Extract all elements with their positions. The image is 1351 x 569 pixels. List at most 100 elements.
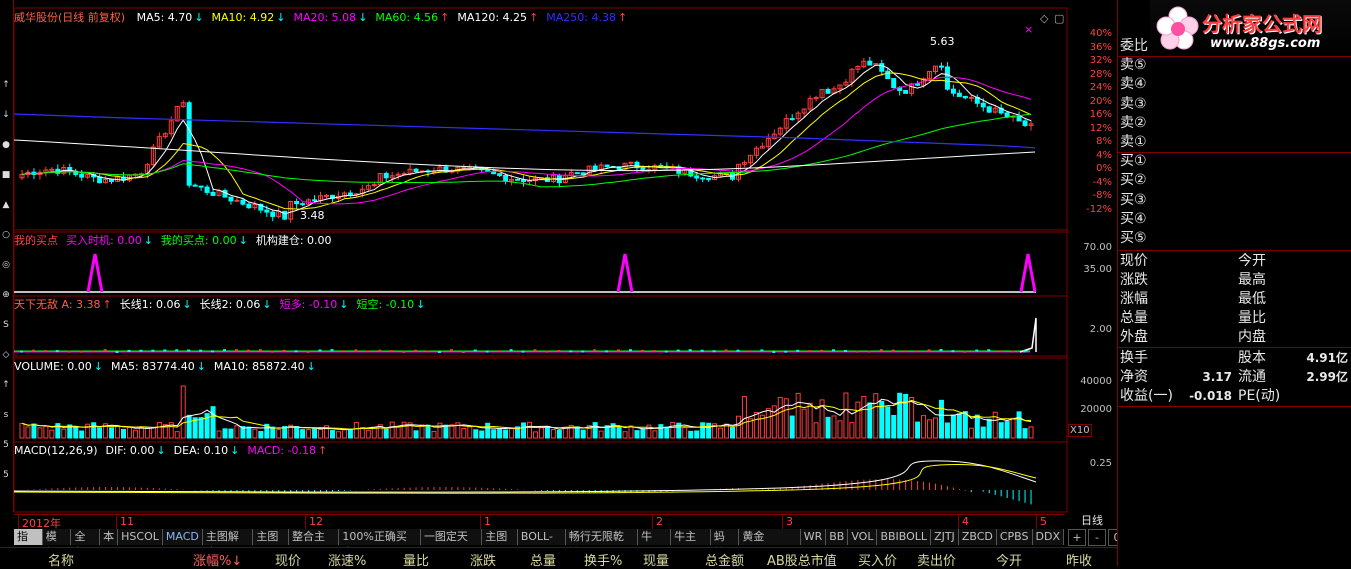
candle-body (915, 83, 921, 86)
indicator-tab[interactable]: BOLL-M (517, 529, 566, 559)
indicator-tab[interactable]: 整合主图 (288, 529, 340, 559)
indicator-tab[interactable]: 一图定天下 (420, 529, 483, 559)
list-column-header[interactable]: AB股总市值 (767, 550, 837, 569)
list-column-header[interactable]: 昨收 (1066, 550, 1092, 569)
list-column-header[interactable]: 换手% (584, 550, 622, 569)
period-label[interactable]: 日线 (1068, 514, 1116, 528)
tool-icon[interactable]: ↑ (0, 380, 12, 394)
candle-body (628, 161, 634, 164)
indicator-tab[interactable]: 模板 (42, 529, 72, 559)
tool-icon[interactable]: ● (0, 140, 12, 154)
indicator2-bar (999, 350, 1003, 353)
list-column-header[interactable]: 今开 (996, 550, 1022, 569)
list-column-header[interactable]: 买入价 (858, 550, 897, 569)
logo-url: www.88gs.com (1210, 36, 1321, 51)
indicator-tab[interactable]: 全部 (71, 529, 101, 559)
indicator-value-text: MA250: 4.38 (546, 11, 616, 24)
indicator2-bar (390, 350, 394, 353)
quote-label: 外盘 (1120, 329, 1148, 345)
indicator-tab[interactable]: 蚂蝗 (710, 529, 740, 559)
indicator-tab[interactable]: 黄金MACD (739, 529, 801, 559)
trend-arrow-icon: ↓ (306, 360, 316, 373)
indicator-tab[interactable]: CPBS (996, 529, 1033, 545)
list-column-header[interactable]: 总量 (530, 550, 556, 569)
tool-icon[interactable]: ↑ (0, 80, 12, 94)
diamond-icon[interactable]: ◇ (1040, 12, 1048, 25)
volume-bar (449, 424, 455, 439)
list-column-header[interactable]: 涨幅%↓ (193, 550, 242, 569)
tool-icon[interactable]: ↓ (0, 110, 12, 124)
volume-bar (43, 425, 49, 439)
list-column-header[interactable]: 涨速% (328, 550, 366, 569)
indicator-tab[interactable]: ZJTJ (931, 529, 959, 545)
candle-body (944, 66, 950, 90)
indicator-tab[interactable]: 主图解盘 (202, 529, 254, 559)
tool-icon[interactable]: ⊕ (0, 290, 12, 304)
tool-icon[interactable]: 5 (0, 470, 12, 484)
tool-icon[interactable]: ○ (0, 230, 12, 244)
tool-icon[interactable]: 5 (0, 440, 12, 454)
fundamental-label: 流通 (1238, 369, 1266, 385)
list-column-header[interactable]: 现量 (643, 550, 669, 569)
volume-bar (843, 392, 849, 439)
indicator-value: 我的买点: 0.00 ↓ (161, 234, 248, 247)
volume-bar (825, 416, 831, 439)
indicator-tab[interactable]: BBIBOLL (877, 529, 932, 545)
trend-arrow-icon: ↓ (416, 298, 426, 311)
indicator2-bar (342, 350, 346, 353)
zoom-button[interactable]: + (1068, 529, 1086, 546)
indicator-tab[interactable]: HSCOL (118, 529, 163, 545)
candle-body (938, 65, 944, 68)
site-logo: 分析家公式网 www.88gs.com (1150, 0, 1351, 56)
tool-icon[interactable]: ▲ (0, 200, 12, 214)
volume-bar (944, 422, 950, 439)
volume-bar (443, 424, 449, 439)
indicator-tab[interactable]: 指标 (14, 529, 43, 559)
tool-icon[interactable]: S (0, 320, 12, 334)
indicator-tab[interactable]: 主图2 (253, 529, 289, 559)
tool-icon[interactable]: ◇ (0, 350, 12, 364)
volume-bar (1016, 411, 1022, 439)
volume-bar (968, 427, 974, 439)
zoom-button[interactable]: - (1088, 529, 1106, 546)
indicator-tab[interactable]: 100%正确买卖 (339, 529, 421, 559)
indicator-tab[interactable]: WR (800, 529, 827, 545)
indicator-value-text: MA10: 4.92 (211, 11, 275, 24)
candle-body (234, 199, 240, 202)
list-column-header[interactable]: 总金额 (705, 550, 744, 569)
candle-body (879, 63, 885, 72)
indicator-tab[interactable]: 牛CR (638, 529, 672, 559)
indicator2-bar (473, 349, 477, 352)
volume-bar (706, 422, 712, 439)
list-column-header[interactable]: 现价 (275, 550, 301, 569)
indicator2-bar (426, 350, 429, 353)
indicator-tab[interactable]: 主图3 (482, 529, 518, 559)
indicator2-bar (533, 349, 537, 352)
indicator-tab[interactable]: DDX (1032, 529, 1064, 545)
indicator-tab[interactable]: 畅行无限乾坤 (565, 529, 639, 559)
volume-bar (365, 429, 371, 439)
volume-bar (789, 415, 795, 439)
list-column-header[interactable]: 卖出价 (917, 550, 956, 569)
axis-tick-label: 40000 (1080, 376, 1112, 387)
indicator-tab[interactable]: 牛主图 (671, 529, 711, 559)
indicator-tab[interactable]: 本 (100, 529, 119, 545)
list-column-header[interactable]: 名称 (48, 550, 74, 569)
indicator-tab[interactable]: BB (826, 529, 849, 545)
tool-icon[interactable]: ◎ (0, 260, 12, 274)
indicator-tab[interactable]: MACD (162, 529, 203, 545)
volume-bar (986, 418, 992, 439)
tool-icon[interactable]: ■ (0, 170, 12, 184)
list-column-header[interactable]: 量比 (403, 550, 429, 569)
tool-icon[interactable]: s (0, 410, 12, 424)
indicator-tab[interactable]: ZBCD (958, 529, 997, 545)
list-column-header[interactable]: 涨跌 (470, 550, 496, 569)
volume-bar (622, 431, 628, 439)
indicator2-bar (640, 349, 644, 352)
trend-arrow-icon: ↑ (529, 11, 539, 24)
panel-divider (1117, 406, 1351, 407)
trend-arrow-icon: ↓ (238, 234, 248, 247)
restore-window-icon[interactable]: ▢ (1054, 12, 1064, 25)
volume-bar (413, 430, 419, 439)
indicator-tab[interactable]: VOL (848, 529, 878, 545)
